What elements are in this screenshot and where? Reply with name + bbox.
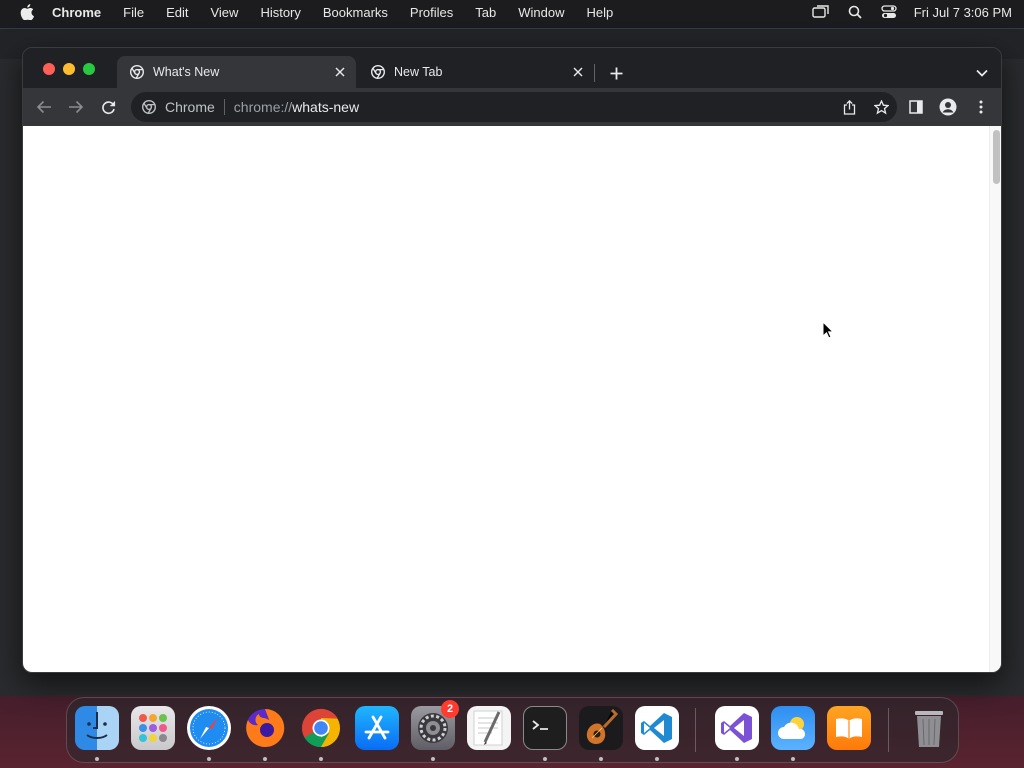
menu-history[interactable]: History xyxy=(260,5,300,20)
running-indicator xyxy=(95,757,99,761)
scrollbar-thumb[interactable] xyxy=(993,130,1000,184)
tab-title: New Tab xyxy=(394,65,443,79)
dock-divider xyxy=(888,708,889,752)
notification-badge: 2 xyxy=(441,700,459,718)
firefox-icon[interactable] xyxy=(243,706,287,750)
textedit-icon[interactable] xyxy=(467,706,511,750)
spotlight-search-icon[interactable] xyxy=(846,3,864,21)
browser-toolbar: Chrome chrome:// whats-new xyxy=(23,88,1001,126)
mouse-pointer-icon xyxy=(822,321,834,339)
fullscreen-window-button[interactable] xyxy=(83,63,95,75)
app-store-icon[interactable] xyxy=(355,706,399,750)
trash-icon[interactable] xyxy=(907,706,951,750)
running-indicator xyxy=(263,757,267,761)
minimize-window-button[interactable] xyxy=(63,63,75,75)
finder-icon[interactable] xyxy=(75,706,119,750)
menu-app-name[interactable]: Chrome xyxy=(52,5,101,20)
menu-file[interactable]: File xyxy=(123,5,144,20)
visual-studio-icon[interactable] xyxy=(715,706,759,750)
tab-close-icon[interactable] xyxy=(332,64,348,80)
weather-icon[interactable] xyxy=(771,706,815,750)
safari-icon[interactable] xyxy=(187,706,231,750)
tab-search-chevron-icon[interactable] xyxy=(971,62,993,84)
omnibox-separator xyxy=(223,99,225,115)
tab-close-icon[interactable] xyxy=(570,64,586,80)
menu-tab[interactable]: Tab xyxy=(475,5,496,20)
tab-new-tab[interactable]: New Tab xyxy=(358,56,594,88)
dock-divider xyxy=(695,708,696,752)
dock: 2 xyxy=(66,697,959,763)
url-host: whats-new xyxy=(292,99,360,115)
more-menu-icon[interactable] xyxy=(968,95,994,119)
garageband-icon[interactable] xyxy=(579,706,623,750)
running-indicator xyxy=(599,757,603,761)
menu-help[interactable]: Help xyxy=(587,5,614,20)
menu-bar: Chrome File Edit View History Bookmarks … xyxy=(0,0,1024,24)
running-indicator xyxy=(791,757,795,761)
chrome-favicon-icon xyxy=(129,64,145,80)
tab-title: What's New xyxy=(153,65,220,79)
google-chrome-icon[interactable] xyxy=(299,706,343,750)
running-indicator xyxy=(655,757,659,761)
tab-strip: What's New New Tab xyxy=(23,48,1001,88)
site-chip-label[interactable]: Chrome xyxy=(165,99,215,115)
running-indicator xyxy=(319,757,323,761)
terminal-icon[interactable] xyxy=(523,706,567,750)
menu-edit[interactable]: Edit xyxy=(166,5,188,20)
address-bar[interactable]: Chrome chrome:// whats-new xyxy=(131,92,897,122)
forward-arrow-icon[interactable] xyxy=(63,95,89,119)
chrome-window: What's New New Tab Chrome chrome:// what… xyxy=(22,47,1002,673)
bookmark-star-icon[interactable] xyxy=(865,92,897,122)
running-indicator xyxy=(207,757,211,761)
chrome-favicon-icon xyxy=(370,64,386,80)
apple-menu-icon[interactable] xyxy=(18,3,36,21)
page-content[interactable] xyxy=(23,126,1001,672)
running-indicator xyxy=(543,757,547,761)
url-scheme: chrome:// xyxy=(233,99,293,115)
profile-avatar-icon[interactable] xyxy=(935,95,961,119)
screen-mirroring-icon[interactable] xyxy=(812,3,830,21)
chrome-site-icon[interactable] xyxy=(141,99,157,115)
control-center-icon[interactable] xyxy=(880,3,898,21)
tab-whats-new[interactable]: What's New xyxy=(117,56,356,88)
menubar-clock[interactable]: Fri Jul 7 3:06 PM xyxy=(914,5,1012,20)
share-icon[interactable] xyxy=(833,92,865,122)
reload-icon[interactable] xyxy=(95,95,121,119)
menu-profiles[interactable]: Profiles xyxy=(410,5,453,20)
launchpad-icon[interactable] xyxy=(131,706,175,750)
running-indicator xyxy=(735,757,739,761)
books-icon[interactable] xyxy=(827,706,871,750)
side-panel-icon[interactable] xyxy=(903,95,929,119)
menu-bookmarks[interactable]: Bookmarks xyxy=(323,5,388,20)
menu-view[interactable]: View xyxy=(210,5,238,20)
tab-separator xyxy=(594,64,595,82)
new-tab-plus-icon[interactable] xyxy=(605,62,627,84)
menu-window[interactable]: Window xyxy=(518,5,564,20)
visual-studio-code-icon[interactable] xyxy=(635,706,679,750)
close-window-button[interactable] xyxy=(43,63,55,75)
back-arrow-icon[interactable] xyxy=(31,95,57,119)
running-indicator xyxy=(431,757,435,761)
vertical-scrollbar[interactable] xyxy=(989,126,1001,672)
